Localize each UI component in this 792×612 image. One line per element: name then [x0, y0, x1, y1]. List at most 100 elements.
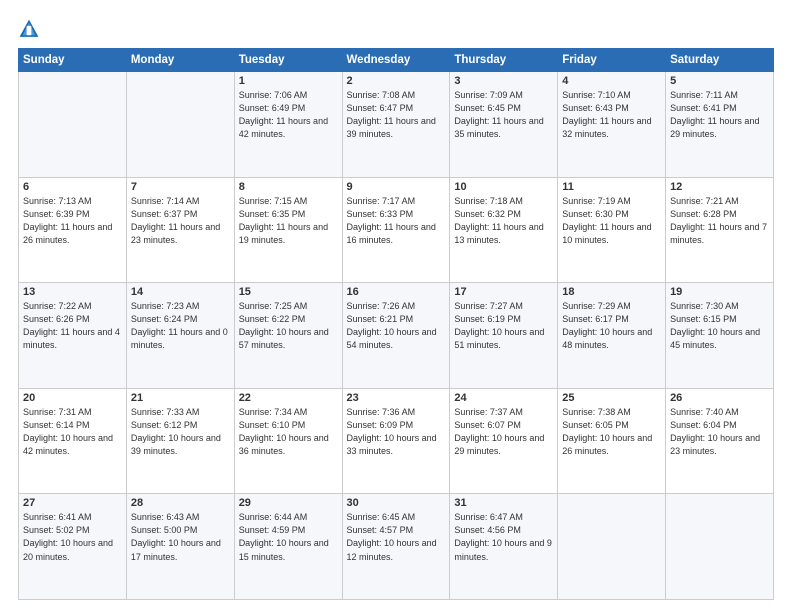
day-number: 20: [23, 392, 122, 404]
day-number: 15: [239, 286, 338, 298]
day-number: 23: [347, 392, 446, 404]
day-number: 16: [347, 286, 446, 298]
day-info: Sunrise: 7:31 AM Sunset: 6:14 PM Dayligh…: [23, 406, 122, 458]
day-number: 1: [239, 75, 338, 87]
day-number: 28: [131, 497, 230, 509]
day-number: 3: [454, 75, 553, 87]
calendar-table: SundayMondayTuesdayWednesdayThursdayFrid…: [18, 48, 774, 600]
day-info: Sunrise: 7:22 AM Sunset: 6:26 PM Dayligh…: [23, 300, 122, 352]
calendar-cell: 23 Sunrise: 7:36 AM Sunset: 6:09 PM Dayli…: [342, 388, 450, 494]
day-info: Sunrise: 7:08 AM Sunset: 6:47 PM Dayligh…: [347, 89, 446, 141]
day-info: Sunrise: 6:47 AM Sunset: 4:56 PM Dayligh…: [454, 511, 553, 563]
day-number: 27: [23, 497, 122, 509]
calendar-week-row: 1Sunrise: 7:06 AM Sunset: 6:49 PM Daylig…: [19, 72, 774, 178]
day-number: 9: [347, 181, 446, 193]
day-info: Sunrise: 7:36 AM Sunset: 6:09 PM Dayligh…: [347, 406, 446, 458]
day-number: 30: [347, 497, 446, 509]
calendar-cell: 3 Sunrise: 7:09 AM Sunset: 6:45 PM Daylig…: [450, 72, 558, 178]
day-number: 6: [23, 181, 122, 193]
day-number: 4: [562, 75, 661, 87]
calendar-cell: 10 Sunrise: 7:18 AM Sunset: 6:32 PM Dayli…: [450, 177, 558, 283]
weekday-header-wednesday: Wednesday: [342, 49, 450, 72]
day-info: Sunrise: 6:41 AM Sunset: 5:02 PM Dayligh…: [23, 511, 122, 563]
weekday-header-saturday: Saturday: [666, 49, 774, 72]
calendar-week-row: 6 Sunrise: 7:13 AM Sunset: 6:39 PM Daylig…: [19, 177, 774, 283]
calendar-cell: 1Sunrise: 7:06 AM Sunset: 6:49 PM Daylig…: [234, 72, 342, 178]
calendar-cell: [558, 494, 666, 600]
calendar-cell: 8 Sunrise: 7:15 AM Sunset: 6:35 PM Daylig…: [234, 177, 342, 283]
calendar-cell: 22 Sunrise: 7:34 AM Sunset: 6:10 PM Dayli…: [234, 388, 342, 494]
weekday-header-sunday: Sunday: [19, 49, 127, 72]
day-info: Sunrise: 7:17 AM Sunset: 6:33 PM Dayligh…: [347, 195, 446, 247]
day-info: Sunrise: 7:25 AM Sunset: 6:22 PM Dayligh…: [239, 300, 338, 352]
calendar-cell: [19, 72, 127, 178]
day-info: Sunrise: 7:37 AM Sunset: 6:07 PM Dayligh…: [454, 406, 553, 458]
calendar-cell: 26Sunrise: 7:40 AM Sunset: 6:04 PM Dayli…: [666, 388, 774, 494]
calendar-cell: 21 Sunrise: 7:33 AM Sunset: 6:12 PM Dayli…: [126, 388, 234, 494]
day-info: Sunrise: 6:43 AM Sunset: 5:00 PM Dayligh…: [131, 511, 230, 563]
day-number: 18: [562, 286, 661, 298]
weekday-header-row: SundayMondayTuesdayWednesdayThursdayFrid…: [19, 49, 774, 72]
day-number: 11: [562, 181, 661, 193]
day-number: 17: [454, 286, 553, 298]
calendar-cell: 12 Sunrise: 7:21 AM Sunset: 6:28 PM Dayli…: [666, 177, 774, 283]
day-number: 29: [239, 497, 338, 509]
day-info: Sunrise: 7:10 AM Sunset: 6:43 PM Dayligh…: [562, 89, 661, 141]
calendar-cell: 20 Sunrise: 7:31 AM Sunset: 6:14 PM Dayli…: [19, 388, 127, 494]
day-number: 12: [670, 181, 769, 193]
calendar-cell: 25 Sunrise: 7:38 AM Sunset: 6:05 PM Dayli…: [558, 388, 666, 494]
weekday-header-monday: Monday: [126, 49, 234, 72]
calendar-cell: 17 Sunrise: 7:27 AM Sunset: 6:19 PM Dayli…: [450, 283, 558, 389]
day-info: Sunrise: 7:11 AM Sunset: 6:41 PM Dayligh…: [670, 89, 769, 141]
calendar-cell: 27 Sunrise: 6:41 AM Sunset: 5:02 PM Dayli…: [19, 494, 127, 600]
day-number: 14: [131, 286, 230, 298]
day-info: Sunrise: 7:18 AM Sunset: 6:32 PM Dayligh…: [454, 195, 553, 247]
day-number: 7: [131, 181, 230, 193]
day-number: 24: [454, 392, 553, 404]
calendar-cell: 29 Sunrise: 6:44 AM Sunset: 4:59 PM Dayli…: [234, 494, 342, 600]
day-number: 25: [562, 392, 661, 404]
day-info: Sunrise: 7:40 AM Sunset: 6:04 PM Dayligh…: [670, 406, 769, 458]
day-info: Sunrise: 7:29 AM Sunset: 6:17 PM Dayligh…: [562, 300, 661, 352]
day-number: 19: [670, 286, 769, 298]
calendar-cell: 24 Sunrise: 7:37 AM Sunset: 6:07 PM Dayli…: [450, 388, 558, 494]
day-number: 21: [131, 392, 230, 404]
day-info: Sunrise: 7:38 AM Sunset: 6:05 PM Dayligh…: [562, 406, 661, 458]
day-info: Sunrise: 7:30 AM Sunset: 6:15 PM Dayligh…: [670, 300, 769, 352]
day-number: 8: [239, 181, 338, 193]
weekday-header-tuesday: Tuesday: [234, 49, 342, 72]
calendar-cell: [126, 72, 234, 178]
day-info: Sunrise: 7:13 AM Sunset: 6:39 PM Dayligh…: [23, 195, 122, 247]
calendar-cell: 7Sunrise: 7:14 AM Sunset: 6:37 PM Daylig…: [126, 177, 234, 283]
calendar-week-row: 13 Sunrise: 7:22 AM Sunset: 6:26 PM Dayli…: [19, 283, 774, 389]
day-info: Sunrise: 7:33 AM Sunset: 6:12 PM Dayligh…: [131, 406, 230, 458]
day-info: Sunrise: 7:21 AM Sunset: 6:28 PM Dayligh…: [670, 195, 769, 247]
calendar-cell: 6 Sunrise: 7:13 AM Sunset: 6:39 PM Daylig…: [19, 177, 127, 283]
calendar-cell: 13 Sunrise: 7:22 AM Sunset: 6:26 PM Dayli…: [19, 283, 127, 389]
calendar-cell: 5 Sunrise: 7:11 AM Sunset: 6:41 PM Daylig…: [666, 72, 774, 178]
calendar-cell: 14 Sunrise: 7:23 AM Sunset: 6:24 PM Dayli…: [126, 283, 234, 389]
calendar-cell: 11 Sunrise: 7:19 AM Sunset: 6:30 PM Dayli…: [558, 177, 666, 283]
day-info: Sunrise: 6:44 AM Sunset: 4:59 PM Dayligh…: [239, 511, 338, 563]
logo-icon: [18, 18, 40, 40]
page: SundayMondayTuesdayWednesdayThursdayFrid…: [0, 0, 792, 612]
day-number: 13: [23, 286, 122, 298]
calendar-cell: [666, 494, 774, 600]
calendar-cell: 31 Sunrise: 6:47 AM Sunset: 4:56 PM Dayli…: [450, 494, 558, 600]
day-number: 10: [454, 181, 553, 193]
day-number: 31: [454, 497, 553, 509]
day-info: Sunrise: 6:45 AM Sunset: 4:57 PM Dayligh…: [347, 511, 446, 563]
day-number: 22: [239, 392, 338, 404]
day-info: Sunrise: 7:27 AM Sunset: 6:19 PM Dayligh…: [454, 300, 553, 352]
calendar-cell: 30 Sunrise: 6:45 AM Sunset: 4:57 PM Dayli…: [342, 494, 450, 600]
calendar-cell: 16 Sunrise: 7:26 AM Sunset: 6:21 PM Dayli…: [342, 283, 450, 389]
day-number: 5: [670, 75, 769, 87]
day-info: Sunrise: 7:23 AM Sunset: 6:24 PM Dayligh…: [131, 300, 230, 352]
day-info: Sunrise: 7:15 AM Sunset: 6:35 PM Dayligh…: [239, 195, 338, 247]
calendar-cell: 15 Sunrise: 7:25 AM Sunset: 6:22 PM Dayli…: [234, 283, 342, 389]
day-info: Sunrise: 7:34 AM Sunset: 6:10 PM Dayligh…: [239, 406, 338, 458]
day-info: Sunrise: 7:09 AM Sunset: 6:45 PM Dayligh…: [454, 89, 553, 141]
day-info: Sunrise: 7:26 AM Sunset: 6:21 PM Dayligh…: [347, 300, 446, 352]
calendar-cell: 9 Sunrise: 7:17 AM Sunset: 6:33 PM Daylig…: [342, 177, 450, 283]
day-info: Sunrise: 7:19 AM Sunset: 6:30 PM Dayligh…: [562, 195, 661, 247]
